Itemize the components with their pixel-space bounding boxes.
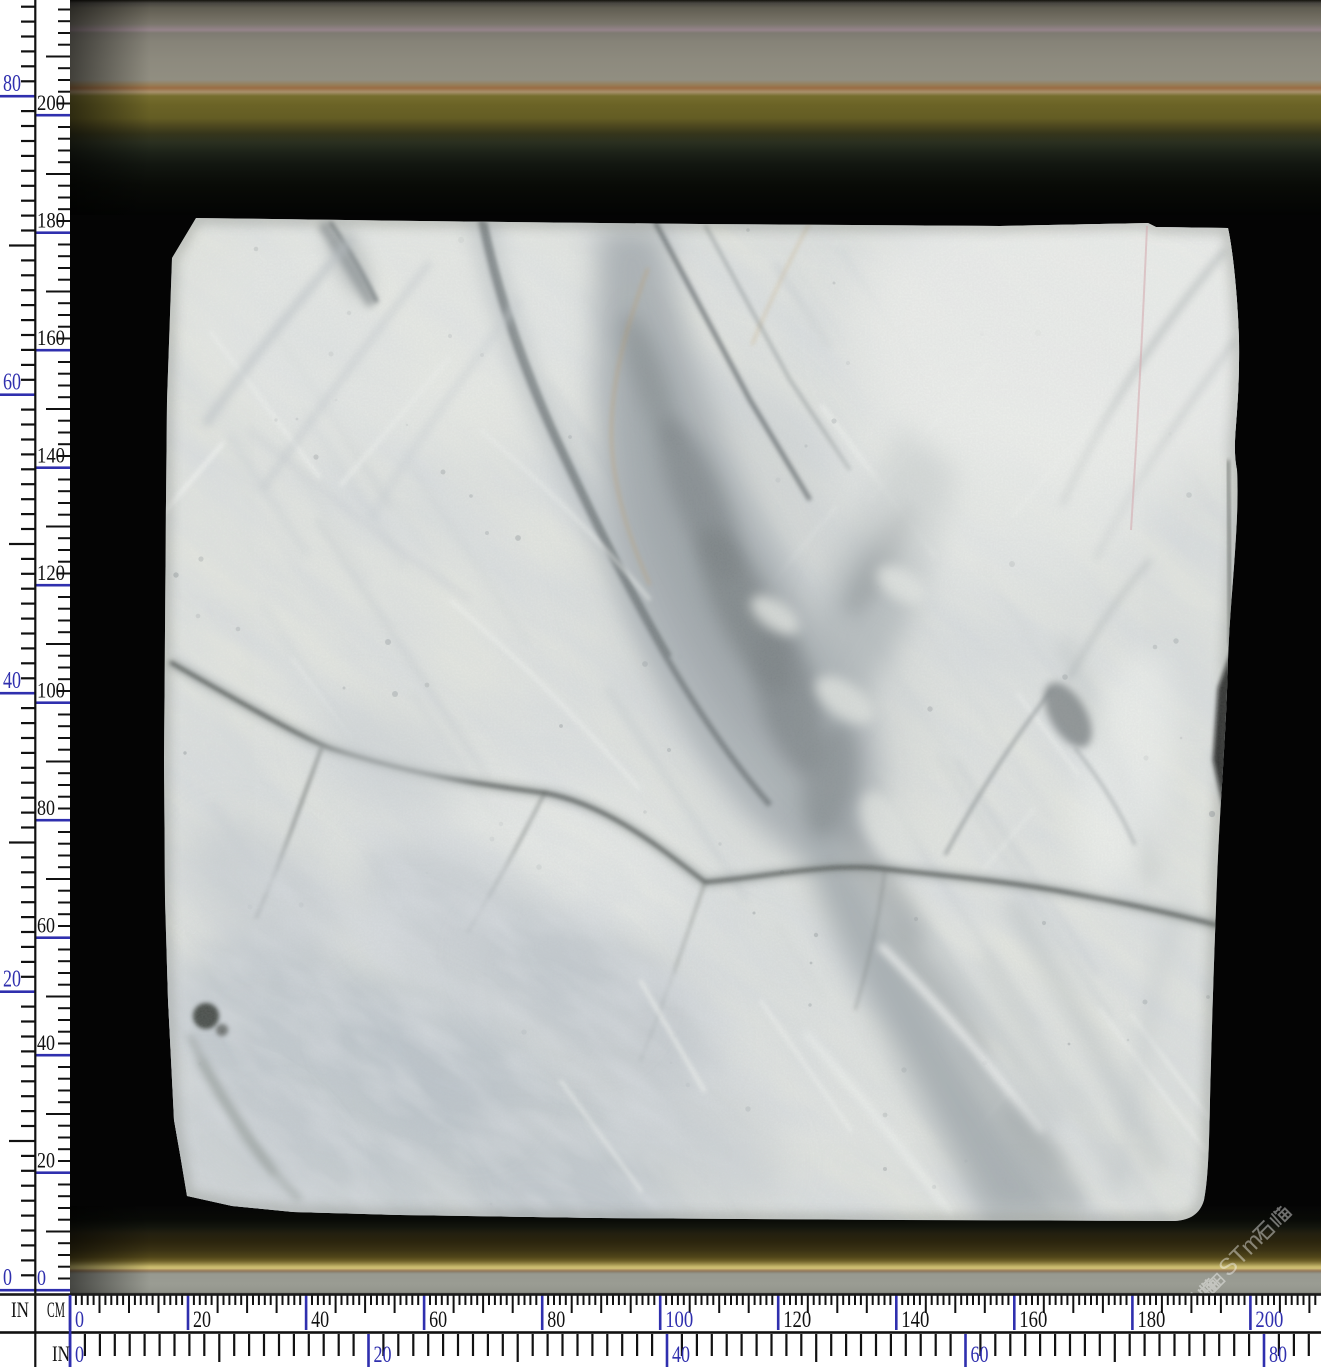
svg-text:200: 200: [1255, 1307, 1283, 1332]
svg-text:180: 180: [37, 208, 65, 233]
svg-text:60: 60: [3, 370, 21, 396]
svg-text:80: 80: [37, 795, 55, 820]
svg-text:160: 160: [1019, 1307, 1047, 1332]
svg-text:20: 20: [374, 1342, 392, 1367]
svg-text:80: 80: [1269, 1342, 1287, 1367]
svg-text:20: 20: [37, 1148, 55, 1173]
svg-text:60: 60: [429, 1307, 447, 1332]
svg-text:CM: CM: [47, 1297, 65, 1322]
svg-text:0: 0: [37, 1265, 46, 1290]
svg-text:40: 40: [3, 668, 21, 694]
svg-text:IN: IN: [52, 1341, 70, 1366]
svg-text:80: 80: [547, 1307, 565, 1332]
svg-text:80: 80: [3, 71, 21, 97]
svg-text:120: 120: [37, 560, 65, 585]
svg-text:140: 140: [901, 1307, 929, 1332]
svg-text:40: 40: [37, 1030, 55, 1055]
svg-text:60: 60: [37, 913, 55, 938]
svg-text:0: 0: [75, 1342, 84, 1367]
svg-text:20: 20: [193, 1307, 211, 1332]
svg-text:0: 0: [3, 1265, 12, 1291]
svg-text:40: 40: [311, 1307, 329, 1332]
svg-text:20: 20: [3, 967, 21, 993]
svg-text:100: 100: [37, 678, 65, 703]
svg-text:140: 140: [37, 443, 65, 468]
svg-text:IN: IN: [11, 1297, 29, 1322]
svg-text:120: 120: [783, 1307, 811, 1332]
svg-text:180: 180: [1137, 1307, 1165, 1332]
svg-text:200: 200: [37, 90, 65, 115]
svg-text:60: 60: [971, 1342, 989, 1367]
svg-text:160: 160: [37, 325, 65, 350]
svg-text:0: 0: [75, 1307, 84, 1332]
svg-text:100: 100: [665, 1307, 693, 1332]
svg-text:40: 40: [672, 1342, 690, 1367]
